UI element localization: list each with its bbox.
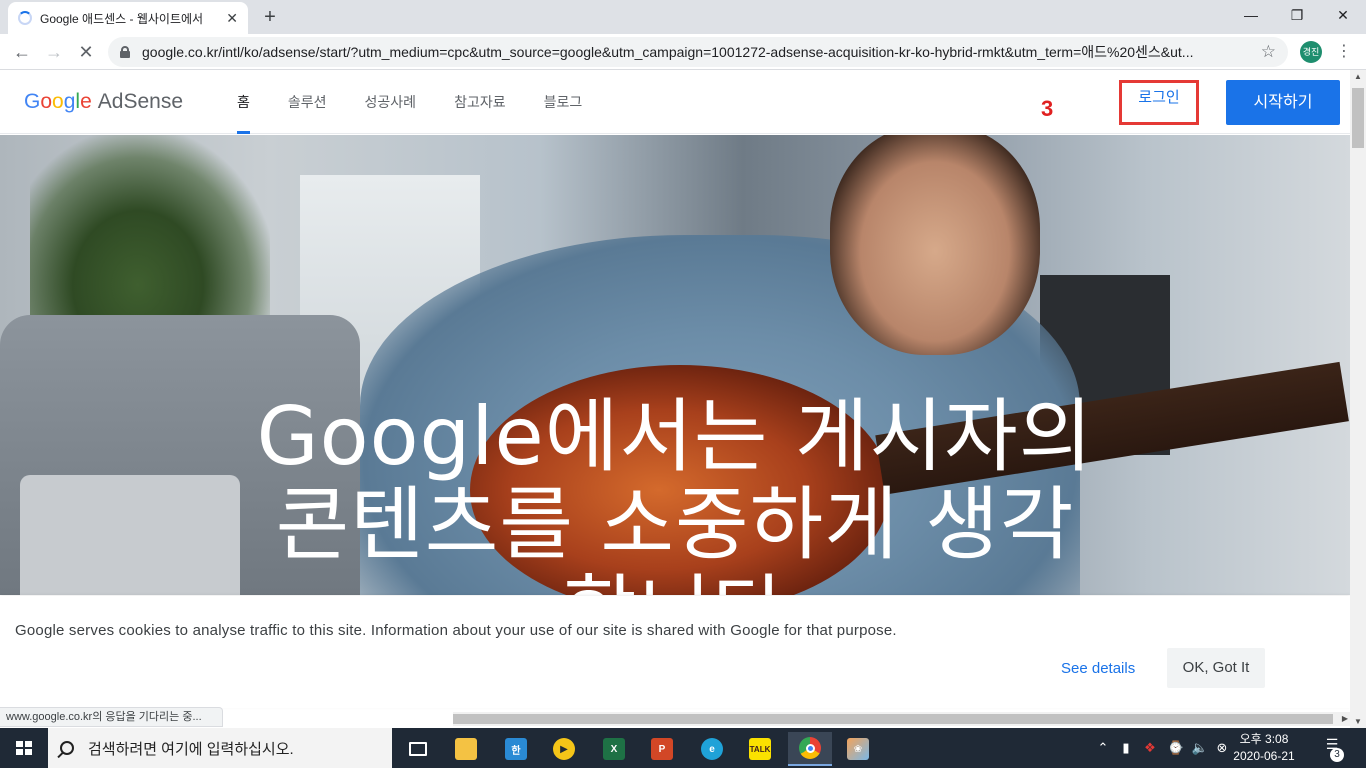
dropbox-icon[interactable]: ❖ <box>1140 728 1160 768</box>
windows-logo-icon <box>16 741 32 755</box>
hero-title: Google에서는 게시자의 콘텐츠를 소중하게 생각합니다 <box>256 390 1094 596</box>
lock-icon <box>120 46 130 58</box>
nav-success-stories[interactable]: 성공사례 <box>365 70 417 134</box>
restore-button[interactable]: ❐ <box>1274 0 1320 30</box>
tab-close-icon[interactable]: ✕ <box>226 10 238 27</box>
loading-spinner-icon <box>18 11 32 25</box>
taskbar-clock[interactable]: 오후 3:08 2020-06-21 <box>1232 731 1296 765</box>
browser-tab[interactable]: Google 애드센스 - 웹사이트에서 ✕ <box>8 2 248 34</box>
horizontal-scroll-thumb[interactable] <box>453 714 1333 724</box>
clock-date: 2020-06-21 <box>1233 749 1295 763</box>
scroll-right-arrow-icon[interactable]: ▶ <box>1342 712 1348 726</box>
notification-count-badge: 3 <box>1330 748 1344 762</box>
cookie-banner: Google serves cookies to analyse traffic… <box>0 596 1350 708</box>
cookie-ok-button[interactable]: OK, Got It <box>1167 648 1265 688</box>
hangul-icon[interactable]: 한 <box>494 732 538 766</box>
powerpoint-icon[interactable]: P <box>640 732 684 766</box>
search-icon <box>60 741 74 755</box>
annotation-step-number: 3 <box>1041 96 1054 121</box>
hero-banner: Google에서는 게시자의 콘텐츠를 소중하게 생각합니다 <box>0 135 1350 595</box>
start-button[interactable] <box>0 728 48 768</box>
horizontal-scrollbar[interactable]: ▶ <box>453 712 1350 726</box>
stop-loading-button[interactable]: ✕ <box>72 38 100 66</box>
battery-icon[interactable]: ▮ <box>1116 728 1136 768</box>
google-adsense-logo[interactable]: Google AdSense <box>24 90 183 114</box>
close-window-button[interactable]: ✕ <box>1320 0 1366 30</box>
scroll-up-arrow-icon[interactable]: ▲ <box>1350 72 1366 81</box>
login-button[interactable]: 로그인 <box>1119 80 1199 125</box>
task-view-icon[interactable] <box>396 732 440 766</box>
scroll-down-arrow-icon[interactable]: ▼ <box>1350 717 1366 726</box>
new-tab-button[interactable]: + <box>258 5 282 29</box>
network-icon[interactable]: ⌚ <box>1166 728 1186 768</box>
hero-photo-head <box>830 135 1040 355</box>
edge-icon[interactable]: e <box>690 732 734 766</box>
nav-solutions[interactable]: 솔루션 <box>288 70 327 134</box>
screen: Google 애드센스 - 웹사이트에서 ✕ + — ❐ ✕ ← → ✕ goo… <box>0 0 1366 768</box>
minimize-button[interactable]: — <box>1228 0 1274 30</box>
url-text: google.co.kr/intl/ko/adsense/start/?utm_… <box>142 44 1194 60</box>
tab-title: Google 애드센스 - 웹사이트에서 <box>40 11 204 26</box>
taskbar-search[interactable]: 검색하려면 여기에 입력하십시오. <box>48 728 392 768</box>
paint-icon[interactable]: ❀ <box>836 732 880 766</box>
ime-icon[interactable]: ⊗ <box>1212 728 1232 768</box>
browser-toolbar: ← → ✕ google.co.kr/intl/ko/adsense/start… <box>0 34 1366 70</box>
main-nav: 홈 솔루션 성공사례 참고자료 블로그 <box>237 70 620 134</box>
forward-button[interactable]: → <box>40 38 68 66</box>
address-bar[interactable]: google.co.kr/intl/ko/adsense/start/?utm_… <box>108 37 1288 67</box>
taskbar-search-placeholder: 검색하려면 여기에 입력하십시오. <box>88 740 294 758</box>
adsense-header: Google AdSense 홈 솔루션 성공사례 참고자료 블로그 3 로그인 … <box>0 70 1350 134</box>
play-icon[interactable]: ▶ <box>542 732 586 766</box>
bookmark-star-icon[interactable]: ☆ <box>1261 42 1276 62</box>
browser-menu-icon[interactable]: ⋮ <box>1334 40 1354 64</box>
chrome-icon[interactable] <box>788 732 832 766</box>
kakaotalk-icon[interactable]: TALK <box>738 732 782 766</box>
vertical-scrollbar[interactable]: ▲ ▼ <box>1350 70 1366 728</box>
volume-icon[interactable]: 🔈 <box>1190 728 1210 768</box>
get-started-button[interactable]: 시작하기 <box>1226 80 1340 125</box>
folder-icon[interactable] <box>444 732 488 766</box>
notification-center-icon[interactable]: ☰ 3 <box>1318 736 1346 762</box>
clock-time: 오후 3:08 <box>1239 732 1289 746</box>
back-button[interactable]: ← <box>8 38 36 66</box>
nav-home[interactable]: 홈 <box>237 70 250 134</box>
see-details-link[interactable]: See details <box>1061 660 1135 677</box>
browser-tab-strip: Google 애드센스 - 웹사이트에서 ✕ + — ❐ ✕ <box>0 0 1366 34</box>
nav-blog[interactable]: 블로그 <box>544 70 583 134</box>
nav-resources[interactable]: 참고자료 <box>454 70 506 134</box>
profile-avatar[interactable]: 경진 <box>1300 41 1322 63</box>
vertical-scroll-thumb[interactable] <box>1352 88 1364 148</box>
windows-taskbar: 검색하려면 여기에 입력하십시오. 한 ▶ X P e TALK ❀ ⌃ ▮ ❖… <box>0 728 1366 768</box>
excel-icon[interactable]: X <box>592 732 636 766</box>
cookie-notice-text: Google serves cookies to analyse traffic… <box>15 622 897 639</box>
hero-photo-laptop <box>20 475 240 595</box>
status-bubble: www.google.co.kr의 응답을 기다리는 중... <box>0 707 223 727</box>
tray-chevron-icon[interactable]: ⌃ <box>1094 728 1112 768</box>
